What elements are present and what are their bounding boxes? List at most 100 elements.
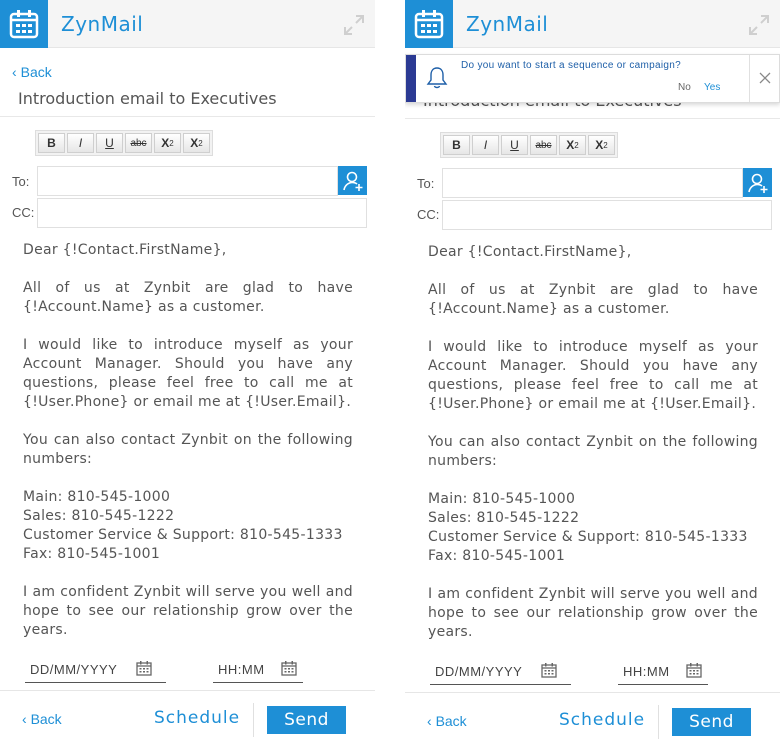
date-placeholder: DD/MM/YYYY bbox=[30, 662, 118, 677]
add-contact-button[interactable] bbox=[743, 168, 772, 197]
phone-main: Main: 810-545-1000 bbox=[428, 491, 576, 507]
phone-fax: Fax: 810-545-1001 bbox=[23, 546, 161, 562]
time-input[interactable]: HH:MM bbox=[618, 659, 708, 685]
bell-icon bbox=[426, 67, 448, 89]
chevron-left-icon: ‹ bbox=[427, 713, 436, 729]
schedule-button[interactable]: Schedule bbox=[559, 710, 645, 730]
underline-button[interactable]: U bbox=[501, 135, 528, 155]
strikethrough-button[interactable]: abc bbox=[125, 133, 152, 153]
footer-divider bbox=[405, 692, 780, 693]
notification-divider bbox=[749, 55, 750, 102]
chevron-left-icon: ‹ bbox=[22, 711, 31, 727]
footer-divider bbox=[0, 690, 375, 691]
underline-label: U bbox=[510, 138, 519, 152]
underline-label: U bbox=[105, 136, 114, 150]
to-field[interactable] bbox=[37, 166, 338, 196]
add-contact-icon bbox=[747, 173, 767, 193]
phone-support: Customer Service & Support: 810-545-1333 bbox=[428, 529, 748, 545]
divider bbox=[405, 118, 780, 119]
back-label: Back bbox=[20, 64, 52, 80]
calendar-icon[interactable] bbox=[136, 660, 152, 676]
body-paragraph: I am confident Zynbit will serve you wel… bbox=[428, 586, 758, 640]
to-label: To: bbox=[12, 174, 30, 189]
footer-back-button[interactable]: ‹ Back bbox=[22, 711, 62, 727]
time-placeholder: HH:MM bbox=[218, 662, 265, 677]
strikethrough-label: abc bbox=[535, 139, 552, 151]
superscript-mark: 2 bbox=[603, 140, 608, 150]
footer-back-label: Back bbox=[435, 713, 467, 729]
bold-button[interactable]: B bbox=[38, 133, 65, 153]
superscript-button[interactable]: X2 bbox=[183, 133, 210, 153]
footer-back-label: Back bbox=[30, 711, 62, 727]
strikethrough-button[interactable]: abc bbox=[530, 135, 557, 155]
chevron-left-icon: ‹ bbox=[12, 64, 17, 80]
body-paragraph: Dear {!Contact.FirstName}, bbox=[428, 244, 632, 260]
calendar-icon[interactable] bbox=[541, 662, 557, 678]
body-paragraph: I am confident Zynbit will serve you wel… bbox=[23, 584, 353, 638]
expand-icon[interactable] bbox=[343, 14, 365, 36]
app-logo bbox=[0, 0, 48, 48]
phone-main: Main: 810-545-1000 bbox=[23, 489, 171, 505]
body-paragraph: I would like to introduce myself as your… bbox=[428, 339, 758, 412]
subscript-button[interactable]: X2 bbox=[154, 133, 181, 153]
phone-sales: Sales: 810-545-1222 bbox=[23, 508, 175, 524]
yes-button[interactable]: Yes bbox=[704, 82, 720, 93]
no-button[interactable]: No bbox=[678, 82, 691, 93]
time-input[interactable]: HH:MM bbox=[213, 657, 303, 683]
close-icon[interactable] bbox=[758, 71, 772, 85]
date-input[interactable]: DD/MM/YYYY bbox=[430, 659, 571, 685]
subscript-mark: 2 bbox=[574, 140, 579, 150]
body-paragraph: Dear {!Contact.FirstName}, bbox=[23, 242, 227, 258]
body-paragraph: You can also contact Zynbit on the follo… bbox=[428, 434, 758, 469]
bold-button[interactable]: B bbox=[443, 135, 470, 155]
divider bbox=[0, 116, 375, 117]
cc-label: CC: bbox=[12, 205, 35, 220]
app-logo bbox=[405, 0, 453, 48]
calendar-icon[interactable] bbox=[281, 660, 297, 676]
italic-button[interactable]: I bbox=[67, 133, 94, 153]
compose-panel-right: ZynMail Introduction email to Executives… bbox=[405, 0, 780, 752]
subscript-base: X bbox=[566, 138, 575, 152]
phone-support: Customer Service & Support: 810-545-1333 bbox=[23, 527, 343, 543]
email-body[interactable]: Dear {!Contact.FirstName}, All of us at … bbox=[23, 241, 353, 639]
subscript-button[interactable]: X2 bbox=[559, 135, 586, 155]
contact-numbers: Main: 810-545-1000 Sales: 810-545-1222 C… bbox=[23, 488, 353, 564]
notification-accent-bar bbox=[406, 55, 416, 102]
italic-button[interactable]: I bbox=[472, 135, 499, 155]
expand-icon[interactable] bbox=[748, 14, 770, 36]
body-paragraph: You can also contact Zynbit on the follo… bbox=[23, 432, 353, 467]
add-contact-icon bbox=[342, 171, 362, 191]
footer-back-button[interactable]: ‹ Back bbox=[427, 713, 467, 729]
calendar-icon bbox=[414, 10, 444, 39]
schedule-button[interactable]: Schedule bbox=[154, 708, 240, 728]
strikethrough-label: abc bbox=[130, 137, 147, 149]
campaign-prompt: Do you want to start a sequence or campa… bbox=[405, 54, 780, 103]
date-placeholder: DD/MM/YYYY bbox=[435, 664, 523, 679]
underline-button[interactable]: U bbox=[96, 133, 123, 153]
to-field[interactable] bbox=[442, 168, 743, 198]
footer-vertical-divider bbox=[253, 703, 254, 737]
calendar-icon[interactable] bbox=[686, 662, 702, 678]
app-header: ZynMail bbox=[0, 0, 375, 48]
superscript-mark: 2 bbox=[198, 138, 203, 148]
cc-field[interactable] bbox=[37, 198, 367, 228]
phone-sales: Sales: 810-545-1222 bbox=[428, 510, 580, 526]
bold-label: B bbox=[452, 138, 461, 152]
send-button[interactable]: Send bbox=[267, 706, 346, 734]
time-placeholder: HH:MM bbox=[623, 664, 670, 679]
footer-vertical-divider bbox=[658, 705, 659, 739]
back-link[interactable]: ‹ Back bbox=[12, 64, 52, 80]
superscript-base: X bbox=[190, 136, 199, 150]
compose-panel-left: ZynMail ‹ Back Introduction email to Exec… bbox=[0, 0, 375, 752]
add-contact-button[interactable] bbox=[338, 166, 367, 195]
to-label: To: bbox=[417, 176, 435, 191]
format-toolbar: B I U abc X2 X2 bbox=[440, 132, 618, 158]
email-body[interactable]: Dear {!Contact.FirstName}, All of us at … bbox=[428, 243, 758, 641]
cc-field[interactable] bbox=[442, 200, 772, 230]
format-toolbar: B I U abc X2 X2 bbox=[35, 130, 213, 156]
date-input[interactable]: DD/MM/YYYY bbox=[25, 657, 166, 683]
cc-label: CC: bbox=[417, 207, 440, 222]
send-button[interactable]: Send bbox=[672, 708, 751, 736]
phone-fax: Fax: 810-545-1001 bbox=[428, 548, 566, 564]
superscript-button[interactable]: X2 bbox=[588, 135, 615, 155]
